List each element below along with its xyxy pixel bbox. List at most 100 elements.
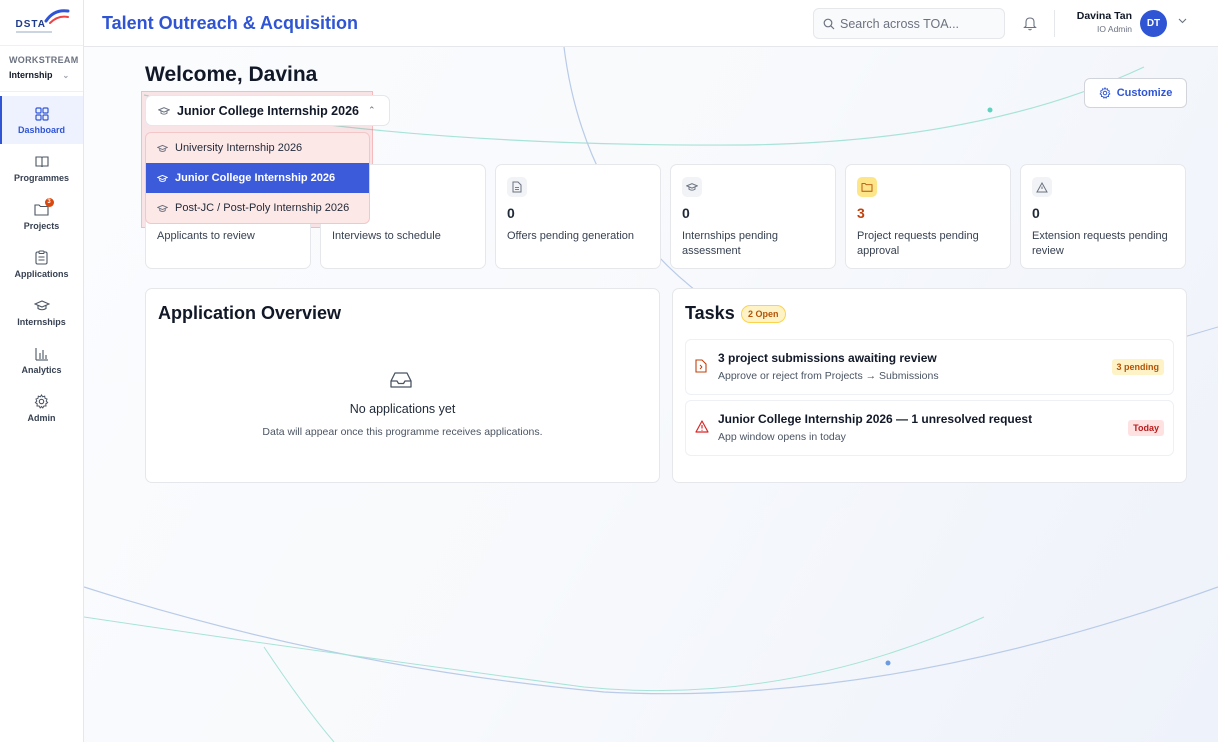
empty-state-title: No applications yet <box>349 402 456 416</box>
sidebar-item-label: Applications <box>14 268 69 279</box>
stat-label: Interviews to schedule <box>332 230 441 242</box>
programme-selector[interactable]: Junior College Internship 2026 ⌃ <box>145 95 390 126</box>
programme-option[interactable]: Post-JC / Post-Poly Internship 2026 <box>146 193 369 223</box>
empty-state-subtitle: Data will appear once this programme rec… <box>262 426 543 438</box>
sidebar-item-applications[interactable]: Applications <box>0 240 83 288</box>
task-title: Junior College Internship 2026 — 1 unres… <box>718 412 1033 426</box>
stat-label: Applicants to review <box>157 230 255 242</box>
workstream-label: WORKSTREAM <box>9 55 79 65</box>
sidebar-item-projects[interactable]: 3 Projects <box>0 192 83 240</box>
graduation-cap-icon <box>157 174 168 182</box>
tasks-panel: Tasks 2 Open 3 project submissions await… <box>672 288 1187 483</box>
warning-icon <box>1032 177 1052 197</box>
customize-button[interactable]: Customize <box>1084 78 1187 108</box>
graduation-cap-icon <box>157 204 168 212</box>
stat-label: Internships pending assessment <box>682 230 779 257</box>
programme-option[interactable]: University Internship 2026 <box>146 133 369 163</box>
stat-card-offers[interactable]: 0 Offers pending generation <box>495 164 661 269</box>
app-title[interactable]: Talent Outreach & Acquisition <box>102 13 358 34</box>
sidebar-item-label: Dashboard <box>17 124 65 135</box>
customize-label: Customize <box>1116 87 1173 99</box>
chevron-down-icon[interactable] <box>1178 18 1187 24</box>
projects-count-badge: 3 <box>44 197 54 207</box>
open-count-badge: 2 Open <box>741 305 786 323</box>
stat-label: Project requests pending approval <box>857 230 979 257</box>
logo-underline <box>15 30 52 33</box>
document-icon <box>507 177 527 197</box>
warning-icon <box>695 420 709 433</box>
sidebar-item-internships[interactable]: Internships <box>0 288 83 336</box>
workstream-selector[interactable]: WORKSTREAM Internship ⌄ <box>0 46 83 92</box>
chevron-up-icon: ⌃ <box>368 105 376 115</box>
programme-option-label: Junior College Internship 2026 <box>175 172 336 184</box>
logo-text: DSTA <box>15 18 46 30</box>
stat-value: 0 <box>682 205 690 221</box>
stat-value: 3 <box>857 205 865 221</box>
user-menu[interactable]: Davina Tan IO Admin <box>1068 10 1132 34</box>
programme-option-label: University Internship 2026 <box>175 142 303 154</box>
bar-chart-icon <box>34 346 50 362</box>
programme-selector-value: Junior College Internship 2026 <box>177 103 359 118</box>
gear-icon <box>1099 87 1111 99</box>
user-role: IO Admin <box>1097 24 1132 34</box>
logo-swoosh-icon <box>44 8 69 24</box>
main-content: Welcome, Davina Customize Junior College… <box>84 47 1218 742</box>
pending-badge: 3 pending <box>1111 359 1164 375</box>
task-title: 3 project submissions awaiting review <box>718 351 937 365</box>
panel-title: Application Overview <box>158 303 342 323</box>
graduation-cap-icon <box>157 144 168 152</box>
gear-icon <box>34 394 50 410</box>
document-alert-icon <box>695 359 707 373</box>
sidebar-item-label: Admin <box>27 412 56 423</box>
programme-dropdown: University Internship 2026 Junior Colleg… <box>145 132 370 224</box>
page-title: Welcome, Davina <box>145 63 318 86</box>
stat-card-internships[interactable]: 0 Internships pending assessment <box>670 164 836 269</box>
workstream-value: Internship <box>9 70 53 80</box>
sidebar-item-admin[interactable]: Admin <box>0 384 83 432</box>
programme-option-label: Post-JC / Post-Poly Internship 2026 <box>175 202 350 214</box>
bell-icon[interactable] <box>1023 15 1037 31</box>
task-item[interactable]: Junior College Internship 2026 — 1 unres… <box>685 400 1174 456</box>
inbox-icon <box>390 372 412 388</box>
panel-title: Tasks <box>685 303 735 323</box>
sidebar-item-label: Analytics <box>21 364 62 375</box>
stat-card-extension-requests[interactable]: 0 Extension requests pending review <box>1020 164 1186 269</box>
sidebar-item-label: Projects <box>23 220 60 231</box>
sidebar-item-label: Internships <box>17 316 66 327</box>
folder-icon: 3 <box>34 197 54 218</box>
today-badge: Today <box>1128 420 1164 436</box>
task-item[interactable]: 3 project submissions awaiting review Ap… <box>685 339 1174 395</box>
sidebar-item-label: Programmes <box>13 172 70 183</box>
graduation-cap-icon <box>158 106 170 115</box>
graduation-cap-icon <box>33 298 50 314</box>
programme-option-selected[interactable]: Junior College Internship 2026 <box>146 163 369 193</box>
book-icon <box>34 154 50 170</box>
stat-label: Offers pending generation <box>507 230 634 242</box>
grid-icon <box>34 106 50 122</box>
stat-label: Extension requests pending review <box>1032 230 1168 257</box>
folder-icon <box>857 177 877 197</box>
stat-value: 0 <box>1032 205 1040 221</box>
stat-value: 0 <box>507 205 515 221</box>
sidebar: DSTA WORKSTREAM Internship ⌄ Dashboard P… <box>0 0 84 742</box>
sidebar-item-dashboard[interactable]: Dashboard <box>0 96 83 144</box>
sidebar-item-programmes[interactable]: Programmes <box>0 144 83 192</box>
search-input[interactable] <box>840 16 990 31</box>
task-subtitle: App window opens in today <box>718 431 846 443</box>
user-name: Davina Tan <box>1076 10 1132 22</box>
graduation-cap-icon <box>682 177 702 197</box>
top-header: Talent Outreach & Acquisition Davina Tan… <box>84 0 1218 47</box>
search-box[interactable] <box>813 8 1005 39</box>
sidebar-nav: Dashboard Programmes 3 Projects Applicat… <box>0 96 83 432</box>
sidebar-item-analytics[interactable]: Analytics <box>0 336 83 384</box>
logo-mark: DSTA <box>12 5 72 41</box>
task-subtitle: Approve or reject from Projects → Submis… <box>718 370 939 382</box>
dsta-logo[interactable]: DSTA <box>0 0 83 46</box>
header-divider <box>1054 10 1055 37</box>
chevron-down-icon: ⌄ <box>62 70 70 80</box>
stat-card-project-requests[interactable]: 3 Project requests pending approval <box>845 164 1011 269</box>
search-icon <box>823 18 835 29</box>
avatar[interactable]: DT <box>1140 10 1167 37</box>
application-overview-panel: Application Overview No applications yet… <box>145 288 660 483</box>
clipboard-icon <box>34 250 50 266</box>
